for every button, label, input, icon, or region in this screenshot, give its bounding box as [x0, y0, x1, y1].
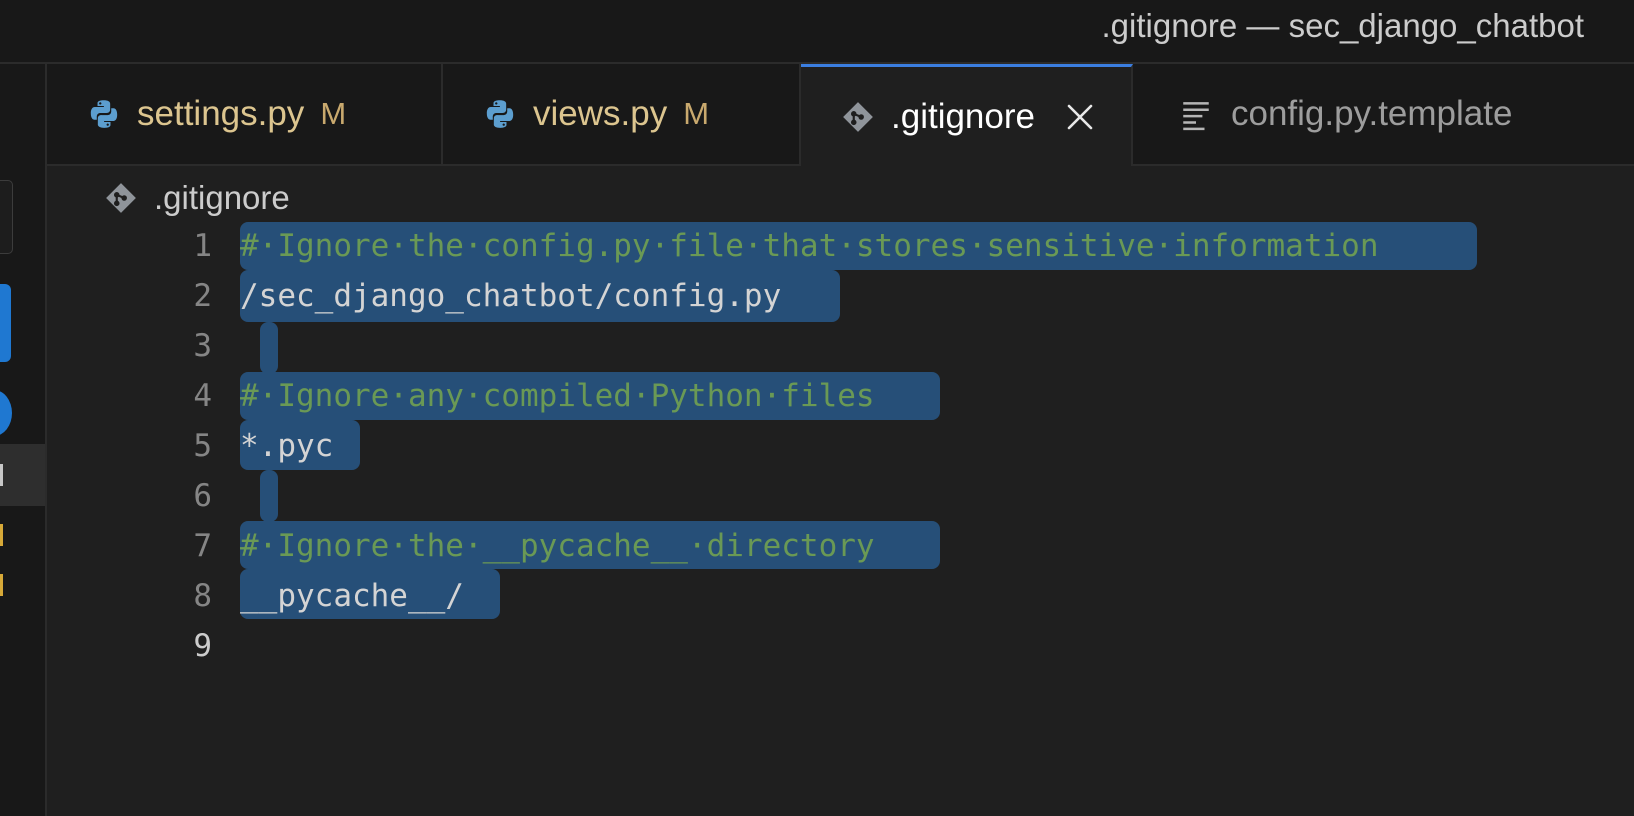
- tab-gitignore[interactable]: .gitignore: [801, 64, 1133, 166]
- python-icon: [486, 100, 514, 128]
- tab-views-py[interactable]: views.py M: [443, 64, 801, 164]
- tab-bar: settings.py M views.py M .gitignore conf…: [47, 64, 1634, 166]
- activity-panel-toggle[interactable]: [0, 180, 13, 254]
- code-editor[interactable]: 1 2 3 4 5 6 7 8 9 #·Ignore·the·config.py…: [47, 220, 1634, 816]
- line-number: 8: [193, 578, 212, 614]
- window-title: .gitignore — sec_django_chatbot: [1101, 7, 1585, 44]
- line-number: 3: [193, 328, 212, 364]
- git-icon: [843, 101, 873, 132]
- activity-bar: [0, 64, 47, 816]
- git-icon: [106, 183, 136, 213]
- activity-primary-button[interactable]: [0, 284, 11, 362]
- line-number: 7: [193, 528, 212, 564]
- code-line: /sec_django_chatbot/config.py: [240, 278, 782, 314]
- modified-badge: M: [683, 96, 710, 131]
- line-number: 6: [193, 478, 212, 514]
- account-avatar[interactable]: [0, 390, 12, 436]
- code-line: #·Ignore·any·compiled·Python·files: [240, 378, 875, 414]
- tab-label: config.py.template: [1231, 94, 1513, 133]
- code-line: #·Ignore·the·__pycache__·directory: [240, 528, 875, 564]
- line-number: 5: [193, 428, 212, 464]
- explorer-selected-item[interactable]: [0, 444, 45, 506]
- line-number: 4: [193, 378, 212, 414]
- explorer-item-marker: [0, 524, 3, 546]
- title-bar: .gitignore — sec_django_chatbot: [0, 0, 1634, 64]
- selection-highlight: [260, 470, 278, 522]
- tab-label: views.py: [533, 94, 668, 133]
- line-number: 2: [193, 278, 212, 314]
- line-number-current: 9: [193, 628, 212, 664]
- breadcrumb-label: .gitignore: [154, 179, 290, 216]
- tab-config-py-template[interactable]: config.py.template: [1133, 64, 1634, 164]
- modified-badge: M: [320, 96, 347, 131]
- tab-settings-py[interactable]: settings.py M: [47, 64, 443, 164]
- tab-label: settings.py: [137, 94, 305, 133]
- code-line: __pycache__/: [240, 578, 464, 614]
- selection-highlight: [260, 322, 278, 374]
- line-number: 1: [193, 228, 212, 264]
- code-line: #·Ignore·the·config.py·file·that·stores·…: [240, 228, 1379, 264]
- breadcrumb[interactable]: .gitignore: [104, 178, 290, 218]
- close-icon[interactable]: [1065, 102, 1095, 132]
- lines-icon: [1183, 102, 1209, 131]
- python-icon: [90, 100, 118, 128]
- explorer-item-marker: [0, 464, 3, 486]
- explorer-item-marker: [0, 574, 3, 596]
- tab-label: .gitignore: [891, 96, 1035, 136]
- code-line: *.pyc: [240, 428, 334, 464]
